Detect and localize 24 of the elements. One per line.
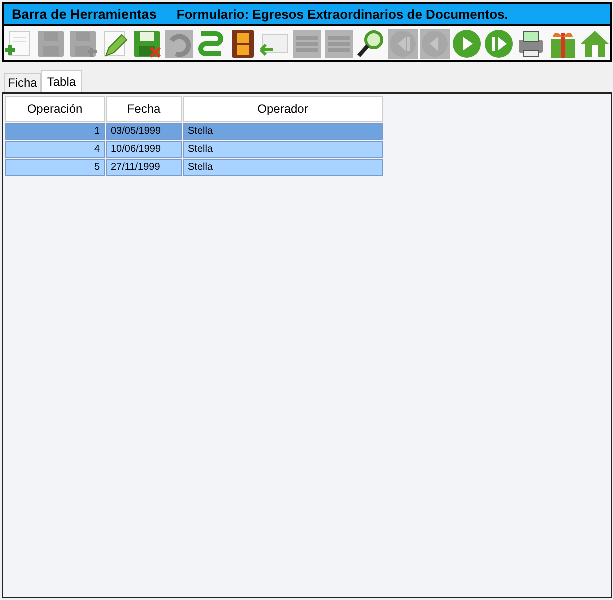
column-header[interactable]: Operación (5, 96, 105, 122)
table-cell: Stella (183, 159, 383, 176)
title-text: Barra de Herramientas (12, 6, 157, 22)
table-cell: 1 (5, 123, 105, 140)
table-cell: 4 (5, 141, 105, 158)
table-cell: 03/05/1999 (106, 123, 182, 140)
column-header[interactable]: Operador (183, 96, 383, 122)
column-header[interactable]: Fecha (106, 96, 182, 122)
table-cell: 5 (5, 159, 105, 176)
form-title: Formulario: Egresos Extraordinarios de Documentos. (176, 6, 508, 22)
play-icon[interactable] (451, 28, 482, 59)
tab[interactable]: Ficha (4, 73, 42, 92)
table-row[interactable]: 1 03/05/1999 Stella (5, 123, 383, 140)
floppy-disk-icon[interactable] (132, 28, 163, 59)
table-cell: 27/11/1999 (106, 159, 182, 176)
table-row[interactable]: 4 10/06/1999 Stella (5, 141, 383, 158)
skip-forward-icon[interactable] (483, 28, 514, 59)
home-icon[interactable] (579, 28, 610, 59)
table-cell: Stella (183, 123, 383, 140)
tab[interactable]: Tabla (41, 70, 82, 92)
table-row[interactable]: 5 27/11/1999 Stella (5, 159, 383, 176)
search-icon[interactable] (355, 28, 386, 59)
table-cell: 10/06/1999 (106, 141, 182, 158)
table-cell: Stella (183, 141, 383, 158)
